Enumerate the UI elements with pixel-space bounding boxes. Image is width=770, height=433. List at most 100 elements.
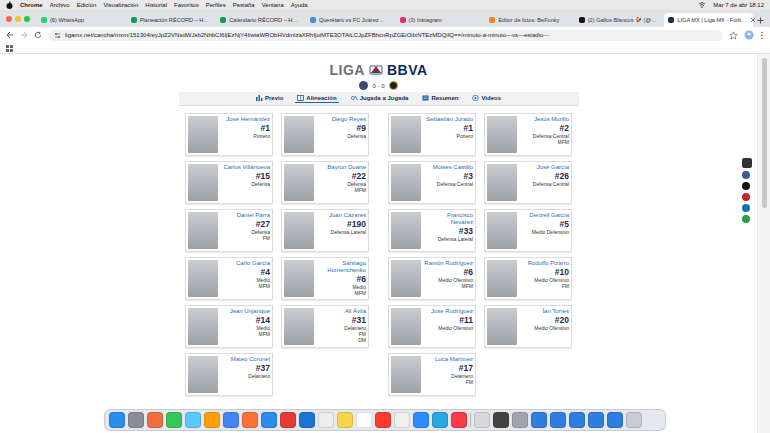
player-card[interactable]: Francisco Nevárez#33Defensa Lateral	[388, 209, 476, 252]
app-menu[interactable]: Chrome	[20, 2, 43, 8]
app-icon[interactable]	[607, 412, 623, 428]
player-card[interactable]: José García#26Defensa Central	[484, 161, 572, 204]
player-card[interactable]: Daniel Parra#27DefensaFM	[185, 209, 273, 252]
browser-tab[interactable]: (6) WhatsApp	[37, 13, 126, 27]
app-icon[interactable]	[588, 412, 604, 428]
new-tab-button[interactable]	[754, 13, 766, 27]
tab-label[interactable]: (3) Instagram	[409, 17, 442, 23]
browser-tab[interactable]: (3) Instagram	[396, 13, 485, 27]
player-card[interactable]: Mateo Coronel#37Delantero	[185, 353, 273, 396]
app-icon[interactable]	[318, 412, 334, 428]
player-card[interactable]: Santiago Homenchenko#6MedioMFM	[281, 257, 369, 300]
player-name[interactable]: Luca Martínez	[435, 356, 473, 363]
app-icon[interactable]	[147, 412, 163, 428]
tab-label[interactable]: Editor de fotos: BeFunky	[498, 17, 559, 23]
tab-label[interactable]: Calendario RÉCORD – H…	[229, 17, 298, 23]
address-text[interactable]: ligamx.net/cancha/mxm/151304/eyJpZ2VNsdW…	[65, 32, 549, 38]
site-info-icon[interactable]	[54, 32, 61, 39]
app-icon[interactable]	[261, 412, 277, 428]
scroll-thumb[interactable]	[762, 58, 767, 208]
liga-logo[interactable]: LIGABBVA	[329, 62, 427, 78]
player-name[interactable]: Diego Reyes	[332, 116, 366, 123]
facebook-icon[interactable]	[742, 171, 750, 179]
player-card[interactable]: Ali Ávila#31DelanteroFMDM	[281, 305, 369, 348]
player-name[interactable]: Francisco Nevárez	[424, 212, 473, 226]
player-card[interactable]: Moises Castillo#3Defensa Central	[388, 161, 476, 204]
app-icon[interactable]	[204, 412, 220, 428]
menu-item[interactable]: Visualización	[103, 2, 138, 8]
player-name[interactable]: Jean Unjanque	[230, 308, 270, 315]
match-tab-label[interactable]: Videos	[481, 95, 501, 101]
player-name[interactable]: Jose Rodríguez	[431, 308, 473, 315]
minimize-button[interactable]	[15, 16, 21, 22]
player-name[interactable]: Ían Torres	[542, 308, 569, 315]
player-card[interactable]: Rodolfo Pizarro#10Medio OfensivoFM	[484, 257, 572, 300]
player-name[interactable]: Denzell García	[529, 212, 569, 219]
player-card[interactable]: Carlos Villanueva#15Defensa	[185, 161, 273, 204]
app-icon[interactable]	[550, 412, 566, 428]
browser-tab[interactable]: (2) Gallos Blancos 🐓 (@…	[575, 13, 664, 27]
tab-label[interactable]: LIGA MX | Liga MX - Fútb…	[677, 17, 746, 23]
player-card[interactable]: José Hernández#1Portero	[185, 113, 273, 156]
player-name[interactable]: Carlo García	[236, 260, 270, 267]
app-icon[interactable]	[280, 412, 296, 428]
match-tab[interactable]: Previo	[254, 94, 285, 103]
browser-tab[interactable]: Querétaro vs FC Juárez…	[306, 13, 395, 27]
app-icon[interactable]	[299, 412, 315, 428]
app-icon[interactable]	[185, 412, 201, 428]
menu-item[interactable]: Archivo	[50, 2, 70, 8]
address-field[interactable]: ligamx.net/cancha/mxm/151304/eyJpZ2VNsdW…	[48, 30, 723, 41]
player-name[interactable]: Moises Castillo	[433, 164, 473, 171]
email-icon[interactable]	[742, 215, 750, 223]
zoom-button[interactable]	[24, 16, 30, 22]
app-icon[interactable]	[166, 412, 182, 428]
player-name[interactable]: José Hernández	[226, 116, 270, 123]
browser-tab[interactable]: LIGA MX | Liga MX - Fútb…	[664, 13, 753, 27]
close-button[interactable]	[6, 16, 12, 22]
browser-tab[interactable]: Planeación RÉCORD – H…	[127, 13, 216, 27]
app-icon[interactable]	[223, 412, 239, 428]
forward-icon[interactable]	[20, 31, 28, 39]
player-card[interactable]: Juan Cázares#190Defensa Lateral	[281, 209, 369, 252]
player-name[interactable]: Sebastián Jurado	[426, 116, 473, 123]
app-icon[interactable]	[109, 412, 125, 428]
player-card[interactable]: Denzell García#5Medio Defensivo	[484, 209, 572, 252]
scrollbar[interactable]	[757, 54, 770, 433]
menu-item[interactable]: Perfiles	[206, 2, 226, 8]
player-card[interactable]: Ramón Rodríguez#6Medio OfensivoMFM	[388, 257, 476, 300]
player-card[interactable]: Diego Reyes#9Defensa	[281, 113, 369, 156]
tab-label[interactable]: (6) WhatsApp	[50, 17, 84, 23]
player-card[interactable]: Luca Martínez#17DelanteroFM	[388, 353, 476, 396]
app-icon[interactable]	[569, 412, 585, 428]
app-icon[interactable]	[626, 412, 642, 428]
app-icon[interactable]	[375, 412, 391, 428]
x-icon[interactable]	[742, 182, 750, 190]
match-tab[interactable]: Alineación	[295, 94, 338, 103]
player-name[interactable]: José García	[537, 164, 569, 171]
match-tab-label[interactable]: Jugada a Jugada	[360, 95, 409, 101]
profile-icon[interactable]	[744, 30, 754, 40]
player-card[interactable]: Sebastián Jurado#1Portero	[388, 113, 476, 156]
match-tab[interactable]: Jugada a Jugada	[349, 94, 411, 103]
player-name[interactable]: Carlos Villanueva	[223, 164, 270, 171]
apps-grid-icon[interactable]	[6, 45, 13, 52]
clock[interactable]: Mar 7 de abr 18:12	[713, 2, 764, 8]
back-icon[interactable]	[6, 31, 14, 39]
player-card[interactable]: Jesús Murillo#2Defensa CentralMFM	[484, 113, 572, 156]
app-icon[interactable]	[337, 412, 353, 428]
player-card[interactable]: Bayron Duarte#22DefensaMFM	[281, 161, 369, 204]
player-name[interactable]: Ramón Rodríguez	[424, 260, 473, 267]
app-icon[interactable]	[128, 412, 144, 428]
browser-tab[interactable]: Editor de fotos: BeFunky	[485, 13, 574, 27]
match-tab-label[interactable]: Resumen	[431, 95, 458, 101]
player-card[interactable]: Carlo García#4MedioMFM	[185, 257, 273, 300]
tab-label[interactable]: (2) Gallos Blancos 🐓 (@…	[588, 17, 657, 23]
player-card[interactable]: Jose Rodríguez#11Medio Ofensivo	[388, 305, 476, 348]
player-name[interactable]: Jesús Murillo	[534, 116, 569, 123]
player-name[interactable]: Ali Ávila	[345, 308, 366, 315]
player-name[interactable]: Juan Cázares	[329, 212, 366, 219]
player-card[interactable]: Jean Unjanque#14MedioMFM	[185, 305, 273, 348]
bookmark-star-icon[interactable]	[729, 31, 738, 40]
app-icon[interactable]	[242, 412, 258, 428]
menu-item[interactable]: Historial	[145, 2, 167, 8]
